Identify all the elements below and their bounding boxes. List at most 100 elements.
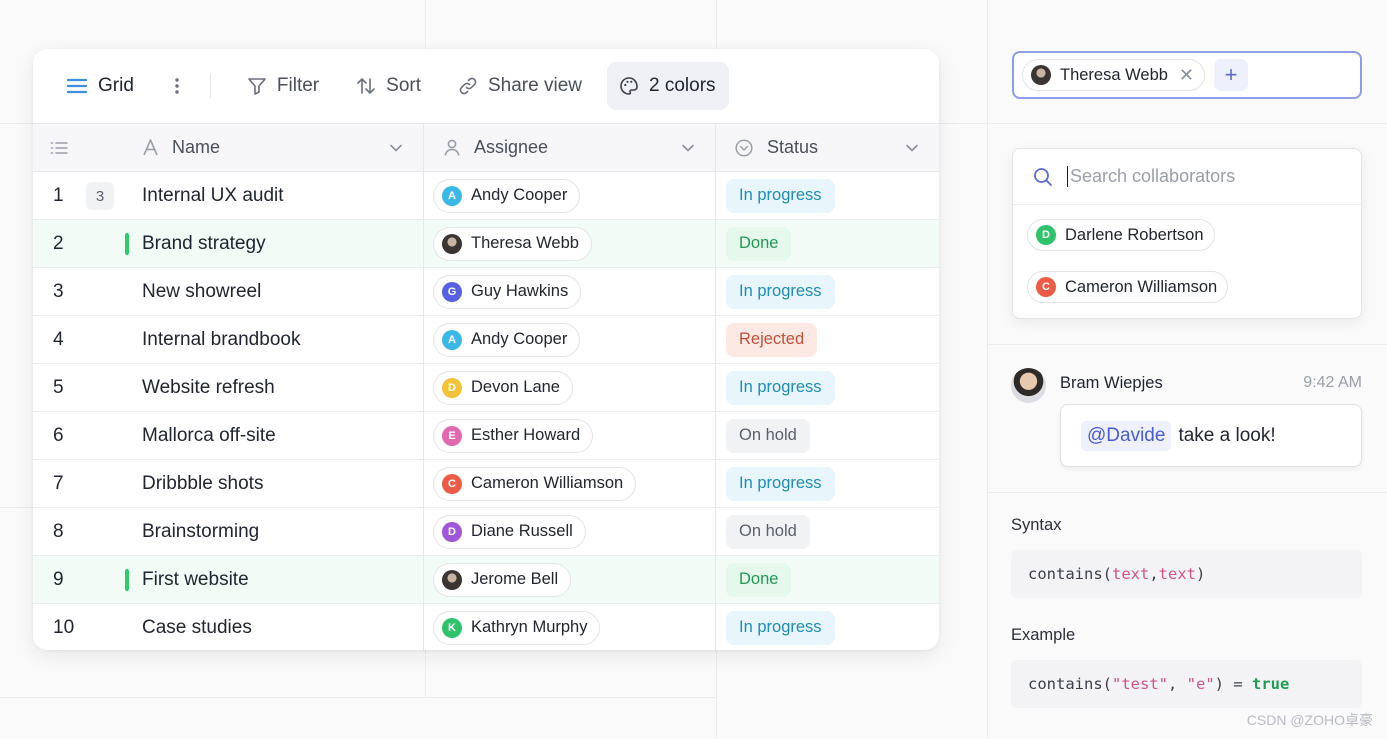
more-options-button[interactable]: [174, 62, 180, 110]
status-cell[interactable]: On hold: [716, 508, 939, 555]
row-number: 4: [53, 328, 64, 350]
assignee-cell[interactable]: D Devon Lane: [424, 364, 716, 411]
search-collaborators-input[interactable]: [1067, 166, 1327, 187]
code-argument: text: [1112, 565, 1150, 583]
assignee-cell[interactable]: G Guy Hawkins: [424, 268, 716, 315]
chevron-down-icon[interactable]: [681, 141, 695, 155]
status-cell[interactable]: Done: [716, 556, 939, 603]
palette-icon: [620, 77, 638, 95]
collaborator-option[interactable]: D Darlene Robertson: [1027, 219, 1215, 251]
name-cell[interactable]: Mallorca off-site: [142, 412, 424, 459]
watermark: CSDN @ZOHO卓豪: [1246, 712, 1373, 728]
chevron-down-icon[interactable]: [905, 141, 919, 155]
vertical-dots-icon: [175, 78, 179, 94]
collaborator-input[interactable]: Theresa Webb ✕ +: [1012, 51, 1362, 99]
assignee-name: Esther Howard: [471, 426, 581, 444]
status-badge: In progress: [726, 274, 835, 309]
status-cell[interactable]: Done: [716, 220, 939, 267]
assignee-pill[interactable]: E Esther Howard: [433, 418, 594, 453]
code-operator: ) =: [1214, 675, 1252, 693]
status-cell[interactable]: In progress: [716, 364, 939, 411]
table-row[interactable]: 8 Brainstorming D Diane Russell On hold: [33, 508, 939, 556]
assignee-pill[interactable]: A Andy Cooper: [433, 322, 581, 357]
status-cell[interactable]: In progress: [716, 268, 939, 315]
name-cell[interactable]: New showreel: [142, 268, 424, 315]
table-row[interactable]: 6 Mallorca off-site E Esther Howard On hold: [33, 412, 939, 460]
colors-button[interactable]: 2 colors: [607, 62, 729, 110]
comment-text: take a look!: [1178, 424, 1276, 446]
assignee-cell[interactable]: A Andy Cooper: [424, 316, 716, 363]
status-cell[interactable]: In progress: [716, 172, 939, 219]
assignee-column-header[interactable]: Assignee: [424, 124, 716, 171]
collaborator-option[interactable]: C Cameron Williamson: [1027, 271, 1229, 303]
close-icon[interactable]: ✕: [1179, 65, 1194, 86]
comment-count-badge[interactable]: 3: [86, 182, 114, 210]
grid-view-button[interactable]: Grid: [66, 62, 134, 110]
table-row[interactable]: 10 Case studies K Kathryn Murphy In progress: [33, 604, 939, 650]
assignee-name: Cameron Williamson: [471, 474, 624, 492]
add-collaborator-button[interactable]: +: [1214, 59, 1249, 91]
assignee-pill[interactable]: A Andy Cooper: [433, 178, 581, 213]
table-row[interactable]: 3 New showreel G Guy Hawkins In progress: [33, 268, 939, 316]
name-cell[interactable]: Internal UX audit: [142, 172, 424, 219]
example-code: contains("test", "e") = true: [1011, 660, 1362, 708]
task-name: Dribbble shots: [142, 472, 264, 494]
status-cell[interactable]: In progress: [716, 604, 939, 650]
assignee-pill[interactable]: G Guy Hawkins: [433, 274, 582, 309]
name-cell[interactable]: Internal brandbook: [142, 316, 424, 363]
row-number-cell: 5: [33, 364, 142, 411]
name-cell[interactable]: Dribbble shots: [142, 460, 424, 507]
table-row[interactable]: 4 Internal brandbook A Andy Cooper Rejected: [33, 316, 939, 364]
mention-tag[interactable]: @Davide: [1081, 420, 1172, 451]
selected-collaborator-chip[interactable]: Theresa Webb ✕: [1022, 59, 1206, 91]
syntax-code: contains(text, text): [1011, 550, 1362, 598]
code-separator: ,: [1168, 675, 1187, 693]
collaborator-search: [1013, 149, 1361, 205]
assignee-cell[interactable]: Jerome Bell: [424, 556, 716, 603]
background-line: [0, 697, 716, 698]
name-column-header[interactable]: Name: [142, 124, 424, 171]
task-name: Website refresh: [142, 376, 275, 398]
task-name: First website: [142, 568, 249, 590]
table-row[interactable]: 2 Brand strategy Theresa Webb Done: [33, 220, 939, 268]
share-view-button[interactable]: Share view: [458, 62, 582, 110]
status-cell[interactable]: In progress: [716, 460, 939, 507]
filter-button[interactable]: Filter: [247, 62, 319, 110]
name-cell[interactable]: First website: [142, 556, 424, 603]
assignee-pill[interactable]: Jerome Bell: [433, 562, 572, 597]
assignee-cell[interactable]: D Diane Russell: [424, 508, 716, 555]
table-row[interactable]: 9 First website Jerome Bell Done: [33, 556, 939, 604]
name-cell[interactable]: Brand strategy: [142, 220, 424, 267]
table-row[interactable]: 5 Website refresh D Devon Lane In progress: [33, 364, 939, 412]
table-row[interactable]: 1 3 Internal UX audit A Andy Cooper In progre…: [33, 172, 939, 220]
name-cell[interactable]: Website refresh: [142, 364, 424, 411]
assignee-pill[interactable]: K Kathryn Murphy: [433, 610, 601, 645]
assignee-pill[interactable]: C Cameron Williamson: [433, 466, 637, 501]
assignee-pill[interactable]: D Diane Russell: [433, 514, 586, 549]
name-cell[interactable]: Brainstorming: [142, 508, 424, 555]
code-separator: ,: [1149, 565, 1159, 583]
assignee-column-label: Assignee: [474, 137, 549, 157]
row-number: 8: [53, 520, 64, 542]
assignee-name: Diane Russell: [471, 522, 573, 540]
assignee-pill[interactable]: D Devon Lane: [433, 370, 573, 405]
assignee-cell[interactable]: E Esther Howard: [424, 412, 716, 459]
assignee-cell[interactable]: K Kathryn Murphy: [424, 604, 716, 650]
status-cell[interactable]: Rejected: [716, 316, 939, 363]
avatar: [1011, 368, 1046, 403]
status-column-header[interactable]: Status: [716, 124, 939, 171]
task-name: Case studies: [142, 616, 252, 638]
sort-button[interactable]: Sort: [356, 62, 421, 110]
filter-label: Filter: [276, 75, 320, 96]
name-cell[interactable]: Case studies: [142, 604, 424, 650]
table-row[interactable]: 7 Dribbble shots C Cameron Williamson In pro…: [33, 460, 939, 508]
status-badge: In progress: [726, 466, 835, 501]
status-cell[interactable]: On hold: [716, 412, 939, 459]
status-column-label: Status: [767, 137, 819, 157]
assignee-pill[interactable]: Theresa Webb: [433, 226, 592, 261]
chevron-down-icon[interactable]: [389, 141, 403, 155]
task-name: Brainstorming: [142, 520, 260, 542]
assignee-cell[interactable]: Theresa Webb: [424, 220, 716, 267]
assignee-cell[interactable]: A Andy Cooper: [424, 172, 716, 219]
assignee-cell[interactable]: C Cameron Williamson: [424, 460, 716, 507]
